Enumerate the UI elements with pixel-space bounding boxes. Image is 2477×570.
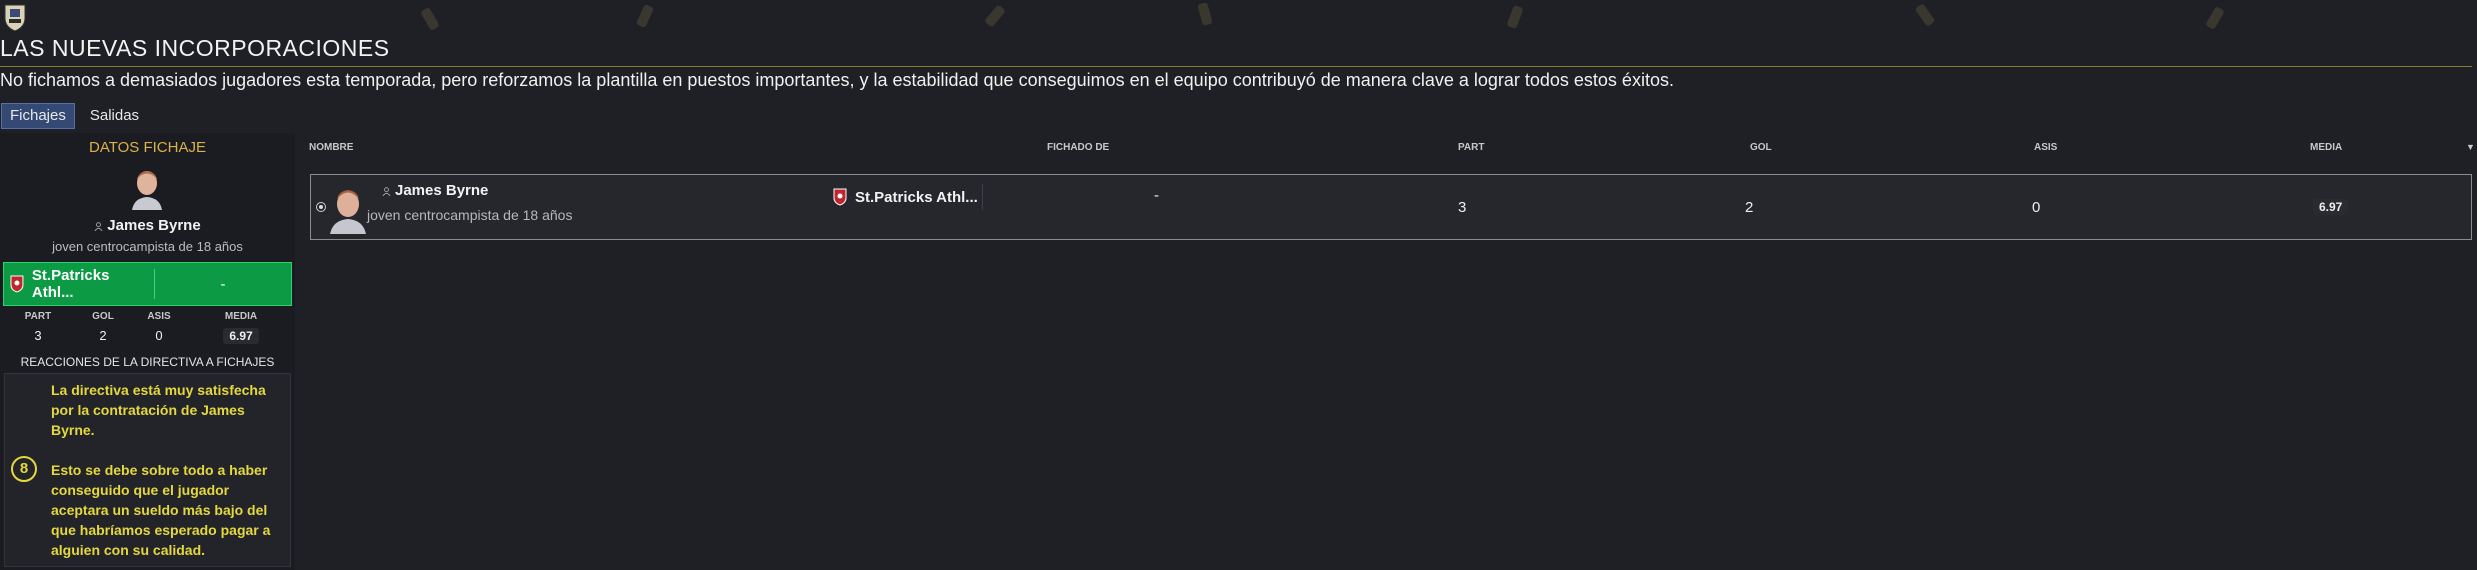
player-face-icon — [128, 166, 166, 210]
confetti-decoration — [420, 6, 440, 32]
confetti-decoration — [1197, 2, 1213, 26]
club-badge-icon — [10, 275, 24, 293]
column-header-fichado-de[interactable]: FICHADO DE — [1047, 142, 1109, 153]
transfer-card: St.Patricks Athl... - — [3, 262, 292, 306]
row-gol: 2 — [1745, 199, 1754, 216]
confetti-decoration — [635, 3, 655, 29]
panel-title: DATOS FICHAJE — [89, 139, 206, 156]
stat-asis: ASIS 0 — [129, 311, 189, 343]
tab-bar: Fichajes Salidas — [1, 103, 148, 129]
person-icon — [94, 221, 103, 231]
reactions-title: REACCIONES DE LA DIRECTIVA A FICHAJES — [20, 355, 275, 369]
person-icon — [382, 186, 391, 196]
row-player-desc: joven centrocampista de 18 años — [367, 207, 573, 223]
row-player-name-text: James Byrne — [395, 182, 489, 199]
stat-label: MEDIA — [224, 311, 258, 322]
column-header-media[interactable]: MEDIA — [2310, 142, 2342, 153]
player-name-text[interactable]: James Byrne — [107, 217, 200, 234]
sort-arrow-icon[interactable]: ▼ — [2466, 142, 2475, 152]
player-face-icon — [330, 190, 366, 234]
transfer-fee: - — [220, 275, 226, 293]
transfer-details-panel: DATOS FICHAJE James Byrne joven centroca… — [0, 133, 295, 570]
stat-value: 2 — [99, 328, 107, 343]
transfer-club-name: St.Patricks Athl... — [31, 267, 110, 301]
stat-label: PART — [24, 311, 52, 322]
reaction-explanation: Esto se debe sobre todo a haber consegui… — [51, 462, 271, 558]
row-media: 6.97 — [2313, 198, 2349, 215]
stat-part: PART 3 — [8, 311, 68, 343]
row-asis: 0 — [2032, 199, 2041, 216]
confetti-decoration — [2205, 5, 2225, 31]
stat-label: GOL — [92, 311, 114, 322]
stat-label: ASIS — [147, 311, 171, 322]
club-crest-icon — [4, 4, 26, 32]
tab-salidas[interactable]: Salidas — [81, 103, 148, 129]
radio-icon[interactable] — [316, 202, 326, 212]
title-divider — [0, 66, 2472, 67]
confetti-decoration — [1914, 3, 1936, 27]
row-player-name[interactable]: James Byrne — [382, 182, 488, 199]
rating-badge: 6.97 — [2313, 199, 2349, 215]
page-subtitle: No fichamos a demasiados jugadores esta … — [0, 70, 1674, 90]
page-title: LAS NUEVAS INCORPORACIONES — [0, 35, 390, 61]
rating-badge: 6.97 — [223, 328, 259, 344]
reaction-rating-badge: 8 — [11, 456, 37, 482]
column-header-part[interactable]: PART — [1458, 142, 1484, 153]
stat-gol: GOL 2 — [73, 311, 133, 343]
stat-media: MEDIA 6.97 — [211, 311, 271, 344]
transfer-club[interactable]: St.Patricks Athl... — [4, 267, 155, 301]
row-club[interactable]: St.Patricks Athl... — [831, 184, 983, 210]
row-club-name: St.Patricks Athl... — [855, 188, 978, 206]
reaction-text: La directiva está muy satisfecha por la … — [51, 382, 266, 438]
signings-table: NOMBRE FICHADO DE PART GOL ASIS MEDIA ▼ … — [304, 133, 2477, 570]
column-header-asis[interactable]: ASIS — [2034, 142, 2057, 153]
player-description: joven centrocampista de 18 años — [52, 239, 243, 254]
club-badge-icon — [833, 188, 847, 206]
stat-value: 3 — [34, 328, 42, 343]
stat-value: 0 — [155, 328, 163, 343]
column-header-gol[interactable]: GOL — [1750, 142, 1772, 153]
column-header-nombre[interactable]: NOMBRE — [309, 142, 353, 153]
confetti-decoration — [1506, 4, 1524, 30]
table-row[interactable]: James Byrne joven centrocampista de 18 a… — [310, 174, 2472, 240]
row-part: 3 — [1458, 199, 1467, 216]
player-name: James Byrne — [0, 217, 295, 234]
board-reaction-box: 8 La directiva está muy satisfecha por l… — [4, 373, 291, 567]
confetti-decoration — [984, 4, 1006, 28]
tab-fichajes[interactable]: Fichajes — [1, 103, 75, 129]
row-fee: - — [1154, 187, 1159, 204]
